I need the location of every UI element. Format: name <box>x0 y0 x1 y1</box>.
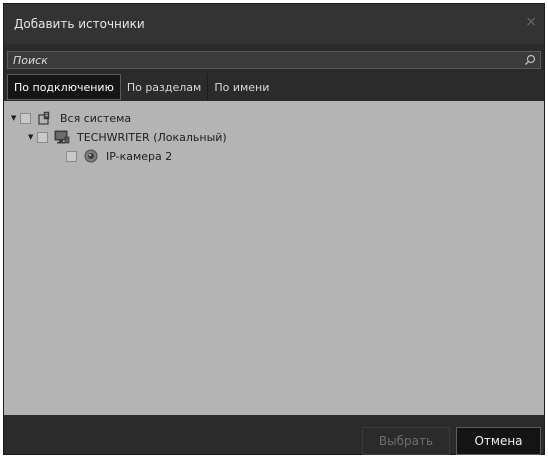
tree-checkbox[interactable] <box>20 112 31 124</box>
source-tree-panel: ▼ Вся система ▼ TECHWRITER (Локальный) I… <box>4 101 544 415</box>
camera-icon <box>84 149 98 163</box>
select-button[interactable]: Выбрать <box>362 427 450 455</box>
view-tabs: По подключению По разделам По имени <box>7 74 541 100</box>
tab-by-name[interactable]: По имени <box>208 74 275 100</box>
tree-item-label: TECHWRITER (Локальный) <box>77 130 227 144</box>
dialog-title: Добавить источники <box>14 17 145 31</box>
search-box <box>7 51 541 69</box>
cancel-button[interactable]: Отмена <box>456 427 541 455</box>
expand-arrow-icon[interactable]: ▼ <box>28 133 37 141</box>
tab-by-sections[interactable]: По разделам <box>121 74 209 100</box>
expand-arrow-icon[interactable]: ▼ <box>11 114 20 122</box>
add-sources-dialog: Добавить источники × По подключению По р… <box>3 3 545 455</box>
tab-by-connection[interactable]: По подключению <box>7 74 121 100</box>
tree-item-label: IP-камера 2 <box>106 149 173 163</box>
close-icon[interactable]: × <box>525 15 537 29</box>
computer-icon <box>54 130 70 144</box>
tree-item-camera[interactable]: IP-камера 2 <box>54 148 172 164</box>
dialog-footer: Выбрать Отмена <box>4 415 544 455</box>
tree-checkbox[interactable] <box>37 131 48 143</box>
tree-item-label: Вся система <box>60 111 132 125</box>
search-icon[interactable] <box>524 54 536 66</box>
tree-item-server[interactable]: ▼ TECHWRITER (Локальный) <box>28 129 227 145</box>
tree-checkbox[interactable] <box>66 150 77 162</box>
tree-item-system[interactable]: ▼ Вся система <box>11 110 131 126</box>
title-bar[interactable]: Добавить источники × <box>4 4 544 44</box>
search-input[interactable] <box>8 52 540 68</box>
system-icon <box>38 111 50 125</box>
